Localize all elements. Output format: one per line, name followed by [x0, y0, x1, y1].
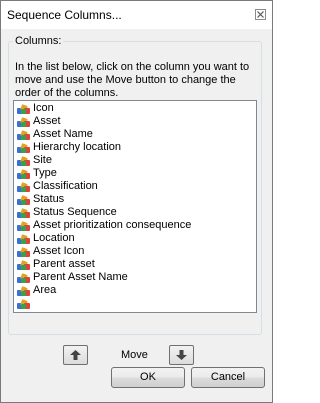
list-item[interactable]: Asset: [14, 115, 256, 128]
list-item-label: Hierarchy location: [33, 141, 122, 153]
list-item-label: Area: [33, 284, 57, 296]
list-item[interactable]: Asset Name: [14, 128, 256, 141]
list-item-label: Type: [33, 167, 57, 179]
list-item[interactable]: Asset prioritization consequence: [14, 219, 256, 232]
list-item[interactable]: Area: [14, 284, 256, 297]
list-item-label: Icon: [33, 102, 54, 114]
list-item[interactable]: Icon: [14, 102, 256, 115]
dialog-title: Sequence Columns...: [7, 8, 122, 22]
colored-columns-icon: [17, 181, 30, 192]
colored-columns-icon: [17, 233, 30, 244]
list-item-label: Status: [33, 193, 65, 205]
colored-columns-icon: [17, 220, 30, 231]
list-item[interactable]: Type: [14, 167, 256, 180]
move-label: Move: [121, 349, 148, 361]
list-item-label: Site: [33, 154, 52, 166]
colored-columns-icon: [17, 298, 30, 309]
columns-group: Columns: In the list below, click on the…: [8, 35, 262, 335]
list-item[interactable]: [14, 297, 256, 310]
instructions-text: In the list below, click on the column y…: [15, 61, 250, 99]
columns-group-legend: Columns:: [15, 35, 62, 47]
list-item[interactable]: Classification: [14, 180, 256, 193]
list-item[interactable]: Status Sequence: [14, 206, 256, 219]
colored-columns-icon: [17, 259, 30, 270]
list-item-label: Parent asset: [33, 258, 95, 270]
columns-listbox[interactable]: Icon Asset Asset Name Hierarchy location Sit…: [13, 100, 257, 313]
list-item-label: Status Sequence: [33, 206, 117, 218]
colored-columns-icon: [17, 207, 30, 218]
list-item-label: Asset prioritization consequence: [33, 219, 192, 231]
move-down-button[interactable]: [169, 345, 194, 365]
arrow-down-icon: [176, 350, 187, 360]
close-icon: [257, 11, 264, 18]
colored-columns-icon: [17, 246, 30, 257]
colored-columns-icon: [17, 194, 30, 205]
list-item[interactable]: Parent Asset Name: [14, 271, 256, 284]
dialog-body: Columns: In the list below, click on the…: [1, 29, 272, 402]
colored-columns-icon: [17, 272, 30, 283]
list-item[interactable]: Site: [14, 154, 256, 167]
ok-button[interactable]: OK: [111, 367, 185, 388]
list-item[interactable]: Parent asset: [14, 258, 256, 271]
title-bar: Sequence Columns...: [1, 1, 272, 29]
colored-columns-icon: [17, 142, 30, 153]
list-item[interactable]: Asset Icon: [14, 245, 256, 258]
list-item-label: Asset Icon: [33, 245, 85, 257]
sequence-columns-dialog: Sequence Columns... Columns: In the list…: [0, 0, 273, 403]
list-item-label: Location: [33, 232, 75, 244]
colored-columns-icon: [17, 116, 30, 127]
cancel-button[interactable]: Cancel: [191, 367, 265, 388]
colored-columns-icon: [17, 168, 30, 179]
list-item-label: Classification: [33, 180, 98, 192]
list-item-label: Parent Asset Name: [33, 271, 128, 283]
list-item-label: Asset Name: [33, 128, 93, 140]
move-up-button[interactable]: [63, 345, 88, 365]
colored-columns-icon: [17, 285, 30, 296]
list-item-label: Asset: [33, 115, 61, 127]
arrow-up-icon: [70, 350, 81, 360]
colored-columns-icon: [17, 103, 30, 114]
list-item[interactable]: Status: [14, 193, 256, 206]
move-controls: Move: [63, 345, 213, 369]
colored-columns-icon: [17, 129, 30, 140]
list-item[interactable]: Location: [14, 232, 256, 245]
close-button[interactable]: [255, 9, 266, 20]
list-item[interactable]: Hierarchy location: [14, 141, 256, 154]
colored-columns-icon: [17, 155, 30, 166]
